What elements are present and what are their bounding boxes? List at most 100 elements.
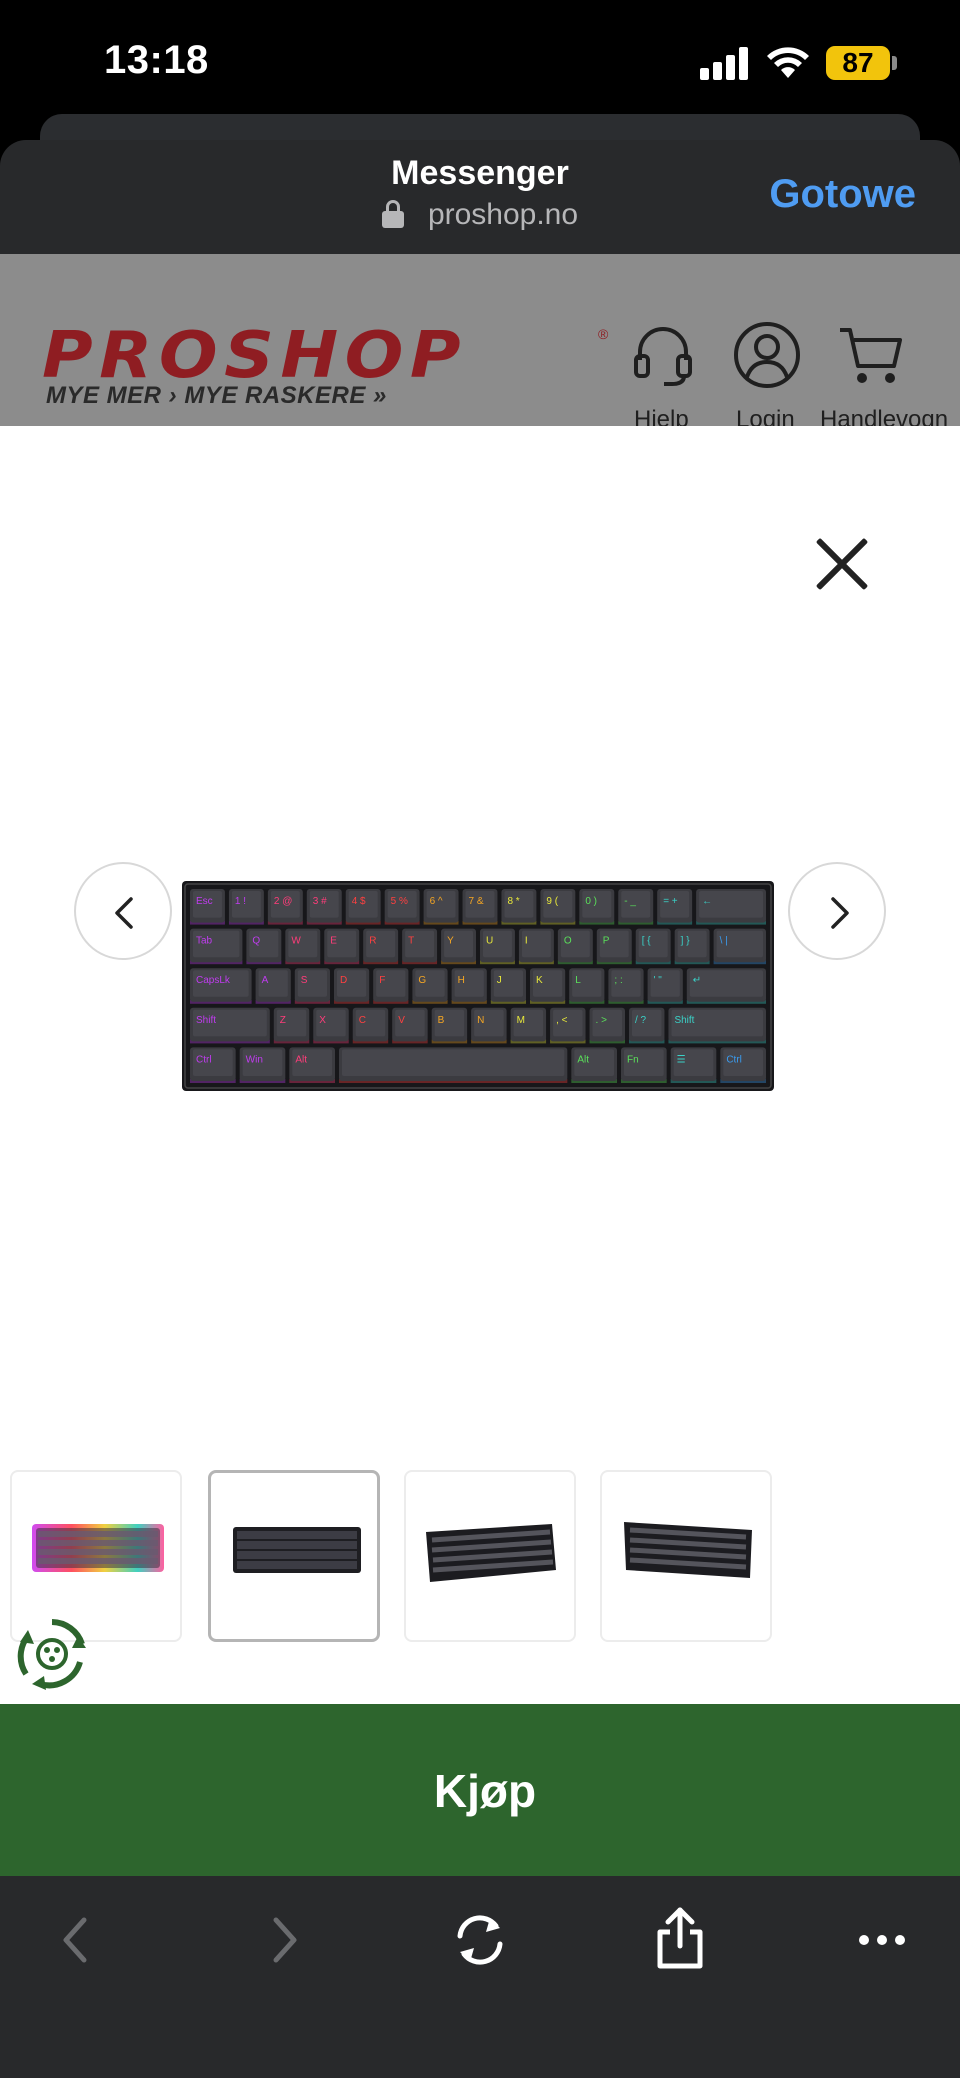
browser-toolbar <box>0 1876 960 2078</box>
svg-text:0 ): 0 ) <box>585 896 597 907</box>
svg-text:Shift: Shift <box>674 1015 694 1026</box>
svg-text:Alt: Alt <box>577 1054 589 1065</box>
keycap: R <box>363 928 399 965</box>
keycap: D <box>334 968 370 1004</box>
keycap: O <box>557 928 593 965</box>
back-button[interactable] <box>38 1900 118 1980</box>
proshop-logo[interactable]: PROSHOP ® MYE MER › MYE RASKERE » <box>42 324 612 424</box>
buy-button[interactable]: Kjøp <box>0 1704 960 1876</box>
svg-text:F: F <box>379 975 385 986</box>
next-image-button[interactable] <box>788 862 886 960</box>
keycap: H <box>451 968 487 1004</box>
reload-icon <box>457 1915 503 1965</box>
keycap: 7 & <box>462 889 498 925</box>
chevron-left-icon <box>115 897 133 929</box>
share-button[interactable] <box>640 1900 720 1980</box>
keycap: 4 $ <box>345 889 381 925</box>
previous-image-button[interactable] <box>74 862 172 960</box>
battery-cap <box>892 56 897 70</box>
svg-text:4 $: 4 $ <box>352 896 366 907</box>
cellular-signal-icon <box>700 46 748 80</box>
chevron-right-icon <box>831 897 849 929</box>
svg-text:X: X <box>319 1015 326 1026</box>
keycap: 1 ! <box>228 889 264 925</box>
reload-button[interactable] <box>440 1900 520 1980</box>
keycap: I <box>518 928 554 965</box>
lock-icon <box>381 200 404 228</box>
keycap: - _ <box>618 889 654 925</box>
thumbnail-2[interactable] <box>208 1470 380 1642</box>
keycap: V <box>392 1007 428 1044</box>
svg-text:[ {: [ { <box>642 936 652 947</box>
keycap: 8 * <box>501 889 537 925</box>
url-text: proshop.no <box>427 198 579 231</box>
help-link-label[interactable]: Hjelp <box>634 406 689 426</box>
svg-text:- _: - _ <box>624 896 636 907</box>
svg-text:6 ^: 6 ^ <box>430 896 443 907</box>
keycap: Shift <box>190 1007 270 1044</box>
more-options-button[interactable] <box>842 1900 922 1980</box>
keycap: Win <box>239 1047 286 1083</box>
svg-text:9 (: 9 ( <box>546 896 558 907</box>
keycap: Esc <box>190 889 225 925</box>
keycap: Ctrl <box>720 1047 766 1083</box>
cart-link-label[interactable]: Handlevogn <box>820 406 948 426</box>
close-icon[interactable] <box>814 536 870 592</box>
keycap: Fn <box>621 1047 667 1083</box>
keycap: T <box>402 928 438 965</box>
keycap: / ? <box>629 1007 665 1044</box>
keycap: ] } <box>674 928 710 965</box>
svg-text:B: B <box>438 1015 445 1026</box>
keycap: F <box>373 968 409 1004</box>
share-icon <box>657 1907 703 1969</box>
battery-indicator: 87 <box>826 46 890 80</box>
keycap: K <box>530 968 566 1004</box>
keycap: Ctrl <box>190 1047 236 1083</box>
recycle-badge-icon[interactable] <box>12 1614 92 1694</box>
keycap: CapsLk <box>190 968 252 1004</box>
screen: 13:18 87 Messenger proshop.no Gotowe PRO… <box>0 0 960 2078</box>
keycap: 6 ^ <box>423 889 459 925</box>
thumbnail-3[interactable] <box>404 1470 576 1642</box>
keyboard-product-image: Esc 1 ! 2 @ 3 # 4 $ 5 % 6 ^ 7 & 8 * 9 (0 ) - _ = + ←… <box>182 881 774 1091</box>
svg-text:☰: ☰ <box>677 1054 686 1065</box>
keycap: 0 ) <box>579 889 615 925</box>
logo-wordmark: PROSHOP <box>42 319 468 393</box>
cart-icon[interactable] <box>836 320 906 390</box>
keycap: 5 % <box>384 889 420 925</box>
svg-text:5 %: 5 % <box>391 896 408 907</box>
svg-text:R: R <box>369 936 376 947</box>
svg-text:Tab: Tab <box>196 936 213 947</box>
done-button[interactable]: Gotowe <box>769 172 916 217</box>
svg-text:O: O <box>564 936 572 947</box>
status-bar: 13:18 87 <box>0 0 960 120</box>
forward-icon <box>273 1917 297 1963</box>
keycap: = + <box>657 889 693 925</box>
svg-text:CapsLk: CapsLk <box>196 975 231 986</box>
svg-text:1 !: 1 ! <box>235 896 246 907</box>
user-icon[interactable] <box>732 320 802 390</box>
svg-text:. >: . > <box>596 1015 608 1026</box>
keycap: ↵ <box>686 968 766 1004</box>
keycap: Alt <box>289 1047 335 1083</box>
thumbnail-dark-keyboard-image <box>233 1527 361 1573</box>
more-icon <box>859 1935 905 1945</box>
svg-text:↵: ↵ <box>693 975 701 986</box>
wifi-icon <box>767 47 809 78</box>
svg-text:Alt: Alt <box>295 1054 307 1065</box>
svg-text:U: U <box>486 936 493 947</box>
keycap: . > <box>589 1007 625 1044</box>
back-icon <box>63 1917 87 1963</box>
keycap: ; : <box>608 968 644 1004</box>
status-time: 13:18 <box>104 38 209 82</box>
svg-text:Esc: Esc <box>196 896 213 907</box>
thumbnail-4[interactable] <box>600 1470 772 1642</box>
forward-button[interactable] <box>242 1900 322 1980</box>
keycap: Z <box>273 1007 310 1044</box>
keycap: N <box>471 1007 507 1044</box>
headset-icon[interactable] <box>628 320 698 390</box>
svg-text:G: G <box>418 975 426 986</box>
thumbnail-keyboard-angle-left-image <box>426 1524 556 1582</box>
login-link-label[interactable]: Login <box>736 406 795 426</box>
svg-text:L: L <box>575 975 581 986</box>
